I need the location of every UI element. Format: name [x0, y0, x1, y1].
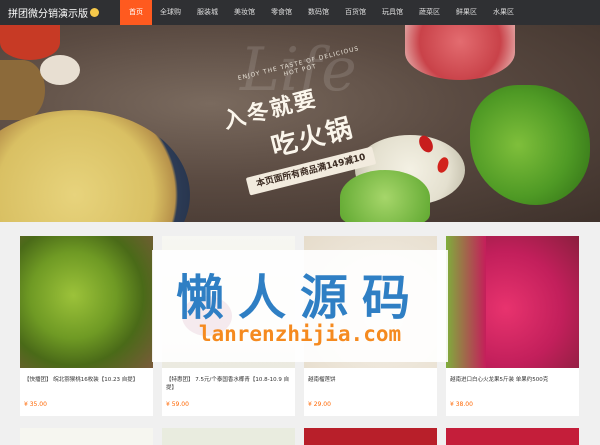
nav-item-vegetables[interactable]: 蔬菜区 [411, 0, 448, 25]
smiley-icon [90, 8, 99, 17]
watermark-url: lanrenzhijia.com [198, 322, 402, 346]
product-image[interactable] [446, 236, 579, 368]
garlic-image [40, 55, 80, 85]
main-nav: 首页 全球购 服装城 美妆馆 零食馆 数码馆 百货馆 玩具馆 蔬菜区 鲜果区 水… [120, 0, 522, 25]
product-card-partial[interactable] [304, 428, 437, 445]
product-card-partial[interactable] [20, 428, 153, 445]
brand-title: 拼团微分销演示版 [8, 9, 88, 20]
dragonfruit-skin [446, 236, 486, 368]
product-price: ¥ 29.00 [308, 401, 331, 408]
product-desc[interactable]: 越南榴莲饼 [308, 376, 434, 384]
product-price: ¥ 38.00 [450, 401, 473, 408]
product-card-partial[interactable] [162, 428, 295, 445]
product-image[interactable] [20, 236, 153, 368]
nav-item-beauty[interactable]: 美妆馆 [226, 0, 263, 25]
product-desc[interactable]: 【快播团】 皖北猕猴桃16枚装【10.23 自提】 [24, 376, 150, 384]
cabbage-image [340, 170, 430, 222]
nav-item-toys[interactable]: 玩具馆 [374, 0, 411, 25]
nav-item-fresh-fruit[interactable]: 鲜果区 [448, 0, 485, 25]
hotpot-bowl-image [0, 110, 190, 222]
top-nav-bar: 拼团微分销演示版 首页 全球购 服装城 美妆馆 零食馆 数码馆 百货馆 玩具馆 … [0, 0, 600, 25]
nav-item-snacks[interactable]: 零食馆 [263, 0, 300, 25]
product-price: ¥ 35.00 [24, 401, 47, 408]
product-card-partial[interactable] [446, 428, 579, 445]
greens-image [470, 85, 590, 205]
product-desc[interactable]: 【特惠团】 7.5元/个泰国香水椰青【10.8-10.9 自提】 [166, 376, 292, 392]
nav-item-home[interactable]: 首页 [120, 0, 152, 25]
tomato-image [0, 25, 60, 60]
nav-item-clothing[interactable]: 服装城 [189, 0, 226, 25]
hero-banner[interactable]: Life ENJOY THE TASTE OF DELICIOUS HOT PO… [0, 25, 600, 222]
brand[interactable]: 拼团微分销演示版 [0, 0, 120, 25]
basket-image [0, 60, 45, 120]
nav-item-department[interactable]: 百货馆 [337, 0, 374, 25]
product-card[interactable]: 【快播团】 皖北猕猴桃16枚装【10.23 自提】 ¥ 35.00 [20, 236, 153, 416]
nav-item-fruit[interactable]: 水果区 [485, 0, 522, 25]
product-price: ¥ 59.00 [166, 401, 189, 408]
product-desc[interactable]: 越南进口白心火龙果5斤装 单果约500克 [450, 376, 576, 384]
product-card[interactable]: 越南进口白心火龙果5斤装 单果约500克 ¥ 38.00 [446, 236, 579, 416]
meat-plate-image [405, 25, 515, 80]
watermark-title: 懒人源码 [175, 270, 424, 326]
watermark: 懒人源码 lanrenzhijia.com [152, 250, 448, 362]
nav-item-global[interactable]: 全球购 [152, 0, 189, 25]
nav-item-digital[interactable]: 数码馆 [300, 0, 337, 25]
